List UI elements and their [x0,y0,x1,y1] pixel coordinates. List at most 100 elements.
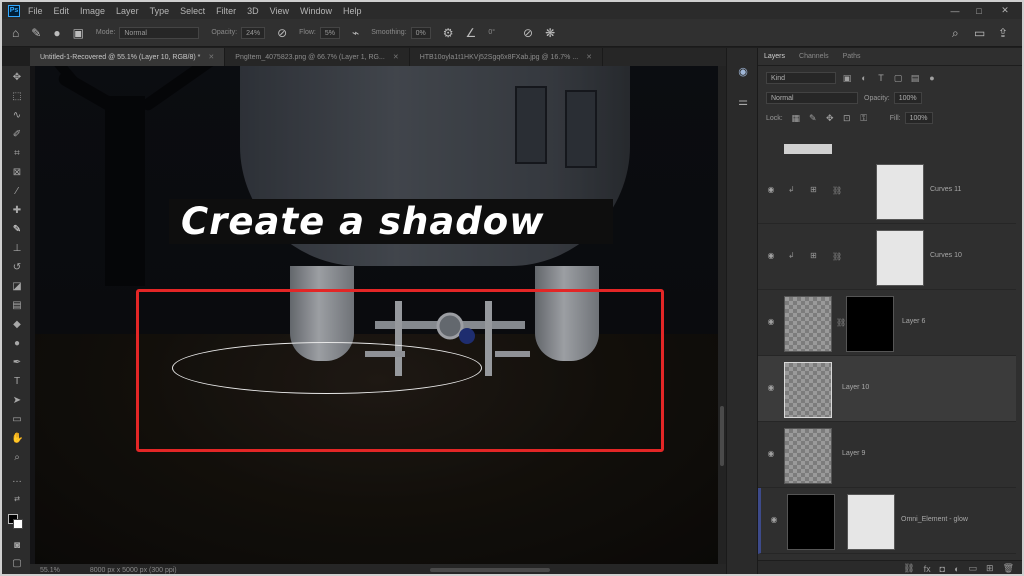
brush-tool-icon[interactable]: ✎ [31,26,41,40]
maximize-button[interactable]: □ [968,2,990,19]
brush-preset-icon[interactable]: ● [53,26,60,40]
adjustments-icon[interactable]: ⚌ [737,96,749,108]
menu-select[interactable]: Select [180,6,205,16]
brush-tool-icon[interactable]: ✎ [11,224,23,236]
lock-transparency-icon[interactable]: ▦ [791,113,801,123]
minimize-button[interactable]: — [944,2,966,19]
layer-name[interactable]: Curves 11 [930,186,961,193]
tab-channels[interactable]: Channels [799,53,829,60]
add-mask-icon[interactable]: ◘ [940,564,945,574]
share-icon[interactable]: ⇪ [998,26,1008,40]
menu-file[interactable]: File [28,6,43,16]
layer-row-layer-6[interactable]: ◉ ⛓ Layer 6 [758,290,1016,356]
airbrush-icon[interactable]: ⌁ [352,26,359,40]
lock-pixels-icon[interactable]: ✎ [808,113,818,123]
marquee-tool-icon[interactable]: ⬚ [11,91,23,103]
layer-mask-thumbnail[interactable] [876,164,924,220]
visibility-eye-icon[interactable]: ◉ [766,318,776,326]
flow-field[interactable]: 5% [319,26,340,39]
dodge-tool-icon[interactable]: ● [11,338,23,350]
link-icon[interactable]: ⛓ [832,252,842,261]
symmetry-icon[interactable]: ❋ [545,26,555,40]
new-group-icon[interactable]: ▭ [969,563,978,574]
layer-opacity-field[interactable]: 100% [893,92,922,104]
crop-tool-icon[interactable]: ⌗ [11,148,23,160]
menu-window[interactable]: Window [300,6,332,16]
pen-tool-icon[interactable]: ✒ [11,357,23,369]
frame-tool-icon[interactable]: ⊠ [11,167,23,179]
move-tool-icon[interactable]: ✥ [11,72,23,84]
pressure-opacity-icon[interactable]: ⊘ [277,26,287,40]
layers-list[interactable]: ◉ ↲ ⊞ ⛓ Curves 11 ◉ ↲ ⊞ ⛓ Curves 10 ◉ ⛓ [758,142,1022,560]
close-button[interactable]: ✕ [994,2,1016,19]
layer-row-layer-10[interactable]: ◉ Layer 10 [758,356,1016,422]
eyedropper-tool-icon[interactable]: ⁄ [11,186,23,198]
menu-type[interactable]: Type [150,6,170,16]
menu-view[interactable]: View [270,6,289,16]
menu-3d[interactable]: 3D [247,6,259,16]
delete-layer-icon[interactable]: 🗑 [1003,563,1014,574]
visibility-eye-icon[interactable]: ◉ [766,450,776,458]
smoothing-field[interactable]: 0% [410,26,431,39]
menu-image[interactable]: Image [80,6,105,16]
link-layers-icon[interactable]: ⛓ [903,563,914,574]
path-select-tool-icon[interactable]: ➤ [11,395,23,407]
new-layer-icon[interactable]: ⊞ [986,563,994,574]
more-tools-icon[interactable]: … [11,474,23,486]
history-brush-icon[interactable]: ↺ [11,262,23,274]
zoom-level[interactable]: 55.1% [40,567,60,574]
filter-toggle-icon[interactable]: ● [927,73,937,83]
layer-fill-field[interactable]: 100% [904,112,933,124]
scroll-thumb[interactable] [720,406,724,466]
blend-mode-select[interactable]: Normal [766,92,858,104]
pressure-size-icon[interactable]: ⊘ [523,26,533,40]
link-icon[interactable]: ⛓ [832,186,842,195]
smart-object-filter-icon[interactable]: ▤ [910,73,920,83]
gear-icon[interactable]: ⚙ [443,26,454,40]
menu-edit[interactable]: Edit [54,6,70,16]
menu-layer[interactable]: Layer [116,6,139,16]
type-filter-icon[interactable]: T [876,73,886,83]
opacity-field[interactable]: 24% [241,26,266,39]
tab-document-3[interactable]: HTB10oyla1t1HKVj52Sgq6x8FXab.jpg @ 16.7%… [410,48,604,66]
layer-row-curves-11[interactable]: ◉ ↲ ⊞ ⛓ Curves 11 [758,158,1016,224]
mode-select[interactable]: Normal [119,26,200,39]
layer-row-curves-10[interactable]: ◉ ↲ ⊞ ⛓ Curves 10 [758,224,1016,290]
tab-close-icon[interactable]: ✕ [586,53,592,61]
photoshop-logo-icon[interactable]: Ps [8,4,20,17]
document-info[interactable]: 8000 px x 5000 px (300 ppi) [90,567,177,574]
stamp-tool-icon[interactable]: ⊥ [11,243,23,255]
angle-icon[interactable]: ∠ [466,26,477,40]
zoom-tool-icon[interactable]: ⌕ [11,452,23,464]
background-color-swatch[interactable] [13,519,23,529]
layer-name[interactable]: Curves 10 [930,252,962,259]
layer-thumbnail[interactable] [784,362,832,418]
tab-layers[interactable]: Layers [764,53,785,60]
pixel-filter-icon[interactable]: ▣ [842,73,852,83]
visibility-eye-icon[interactable]: ◉ [769,516,779,524]
lock-position-icon[interactable]: ✥ [825,113,835,123]
layer-mask-thumbnail[interactable] [876,230,924,286]
home-icon[interactable]: ⌂ [12,26,19,40]
layer-name[interactable]: Layer 6 [902,318,925,325]
menu-filter[interactable]: Filter [216,6,236,16]
blur-tool-icon[interactable]: ◆ [11,319,23,331]
tab-document-2[interactable]: PngItem_4075823.png @ 66.7% (Layer 1, RG… [225,48,410,66]
adjustment-filter-icon[interactable]: ◐ [859,73,869,83]
fx-icon[interactable]: fx [924,564,931,574]
elliptical-selection[interactable] [172,342,482,394]
layer-mask-thumbnail[interactable] [846,296,894,352]
layer-row-omni-glow[interactable]: ◉ Omni_Element - glow [758,488,1016,554]
shape-tool-icon[interactable]: ▭ [11,414,23,426]
tab-document-1[interactable]: Untitled-1-Recovered @ 55.1% (Layer 10, … [30,48,226,66]
layer-mask-thumbnail[interactable] [847,494,895,550]
screen-mode-icon[interactable]: ▢ [11,558,23,570]
brush-settings-icon[interactable]: ▣ [73,26,84,40]
healing-tool-icon[interactable]: ✚ [11,205,23,217]
menu-help[interactable]: Help [343,6,362,16]
angle-value[interactable]: 0° [488,29,495,36]
new-adjustment-icon[interactable]: ◐ [954,564,959,574]
workspace-icon[interactable]: ▭ [974,26,985,40]
canvas-vertical-scrollbar[interactable] [718,66,726,564]
tab-paths[interactable]: Paths [843,53,861,60]
